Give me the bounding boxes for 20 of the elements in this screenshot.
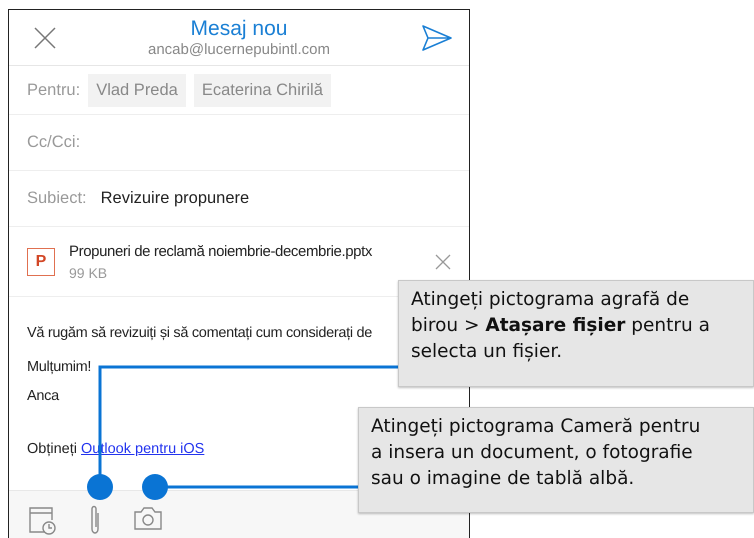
field-label: Subiect:	[27, 189, 87, 208]
callout: Atingeți pictograma agrafă de birou > Atașare fișier pentru a selecta un fișier.	[398, 280, 754, 387]
powerpoint-file-icon: P	[27, 248, 55, 276]
camera-icon[interactable]	[133, 505, 163, 531]
window-title: Mesaj nou	[190, 17, 288, 41]
subject-field[interactable]: Revizuire propunere	[100, 189, 250, 208]
callout: Atingeți pictograma Cameră pentru a insera un document, o fotografie sau o imagine de tablă albă.	[358, 407, 754, 513]
body-text: Mulțumim!	[27, 358, 92, 377]
attachment-name: Propuneri de reclamă noiembrie-decembrie.pptx	[69, 242, 373, 260]
body-text: Anca	[27, 387, 59, 406]
field-label: Cc/Cci:	[27, 133, 80, 152]
remove-icon[interactable]	[435, 254, 451, 270]
account-email: ancab@lucernepubintl.com	[147, 41, 331, 58]
calendar-clock-icon[interactable]	[27, 505, 57, 535]
close-icon[interactable]	[33, 26, 57, 50]
attachment-size: 99 KB	[69, 264, 108, 280]
body-text: Obțineți	[27, 441, 77, 457]
field-label: Pentru:	[27, 80, 80, 100]
body-text: Vă rugăm să revizuiți și să comentați cum considerați de	[27, 324, 372, 343]
send-icon[interactable]	[421, 24, 453, 52]
